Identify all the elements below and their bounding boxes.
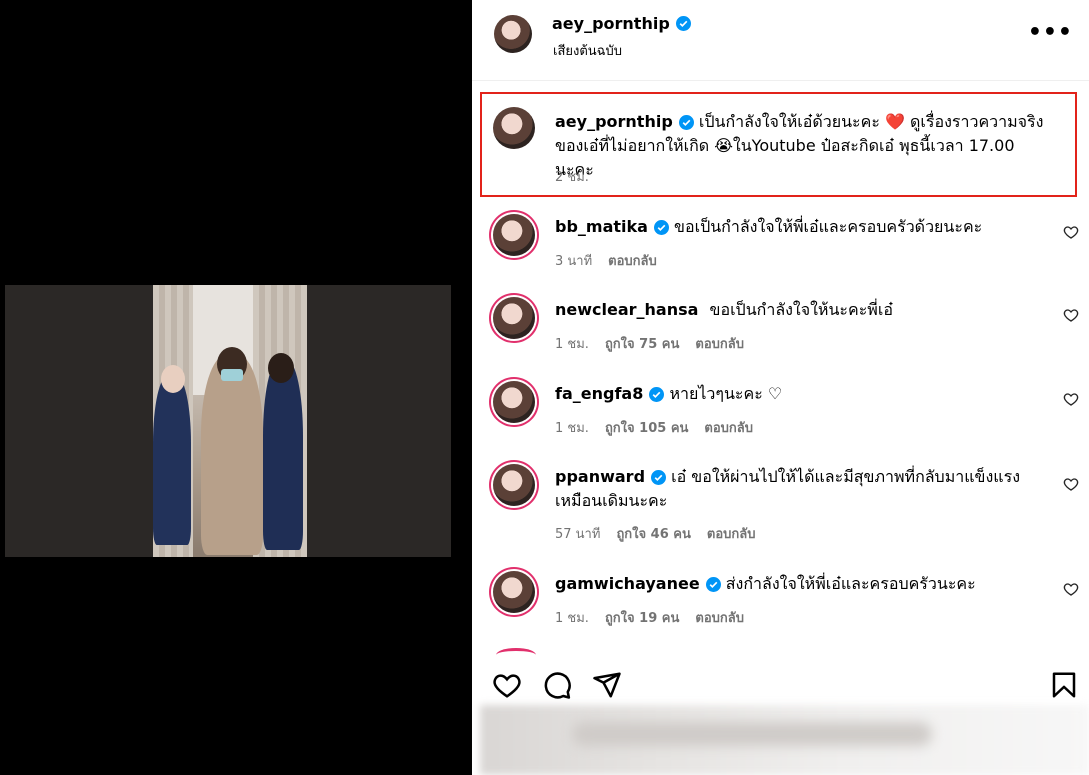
comment-username[interactable]: newclear_hansa [555,300,698,319]
comment-username[interactable]: ppanward [555,467,645,486]
share-icon[interactable] [592,670,622,700]
likes-count[interactable]: ถูกใจ 75 คน [605,333,679,354]
caption-username[interactable]: aey_pornthip [555,112,673,131]
comment-avatar[interactable] [493,297,535,339]
heart-small-icon[interactable] [1063,307,1079,323]
reply-button[interactable]: ตอบกลับ [695,333,744,354]
video-frame-image [153,285,307,557]
reply-button[interactable]: ตอบกลับ [695,607,744,628]
reply-button[interactable]: ตอบกลับ [704,417,753,438]
comment-time[interactable]: 1 ชม. [555,607,589,628]
heart-small-icon[interactable] [1063,391,1079,407]
comment-username[interactable]: fa_engfa8 [555,384,643,403]
reply-button[interactable]: ตอบกลับ [707,523,756,544]
comment-time[interactable]: 57 นาที [555,523,600,544]
likes-count[interactable]: ถูกใจ 105 คน [605,417,688,438]
comment-icon[interactable] [542,670,572,700]
comment-avatar[interactable] [493,381,535,423]
audio-label[interactable]: เสียงต้นฉบับ [553,40,622,61]
author-username[interactable]: aey_pornthip [552,14,670,33]
comment-avatar[interactable] [493,464,535,506]
comment-time[interactable]: 1 ชม. [555,417,589,438]
more-icon[interactable]: ••• [1028,22,1073,44]
comment-time[interactable]: 1 ชม. [555,333,589,354]
comment-text: หายไวๆนะคะ ♡ [669,384,783,403]
post-media[interactable] [0,0,472,775]
caption-avatar[interactable] [493,107,535,149]
caption-time[interactable]: 2 ชม. [555,166,589,187]
action-bar [472,660,1089,710]
save-icon[interactable] [1049,670,1079,700]
like-icon[interactable] [492,670,522,700]
comment-username[interactable]: bb_matika [555,217,648,236]
comment-time[interactable]: 3 นาที [555,250,592,271]
comment-username[interactable]: gamwichayanee [555,574,700,593]
heart-small-icon[interactable] [1063,476,1079,492]
verified-icon [651,470,667,485]
verified-icon [705,577,721,592]
blurred-likes-text [572,722,932,746]
comment-avatar[interactable] [493,571,535,613]
reply-button[interactable]: ตอบกลับ [608,250,657,271]
verified-icon [653,220,669,235]
post-header: aey_pornthip เสียงต้นฉบับ ••• [472,0,1089,81]
comment-text: ส่งกำลังใจให้พี่เอ๋และครอบครัวนะคะ [725,574,976,593]
verified-icon [649,387,665,402]
verified-icon [675,16,691,31]
heart-small-icon[interactable] [1063,581,1079,597]
heart-small-icon[interactable] [1063,224,1079,240]
comment-avatar[interactable] [493,214,535,256]
comment-text: ขอเป็นกำลังใจให้พี่เอ๋และครอบครัวด้วยนะค… [674,217,983,236]
author-avatar[interactable] [494,15,532,53]
likes-count[interactable]: ถูกใจ 46 คน [616,523,690,544]
comment-text: ขอเป็นกำลังใจให้นะคะพี่เอ๋ [709,300,893,319]
post-panel: aey_pornthip เสียงต้นฉบับ ••• aey_pornth… [472,0,1089,775]
likes-count[interactable]: ถูกใจ 19 คน [605,607,679,628]
verified-icon [678,115,694,130]
